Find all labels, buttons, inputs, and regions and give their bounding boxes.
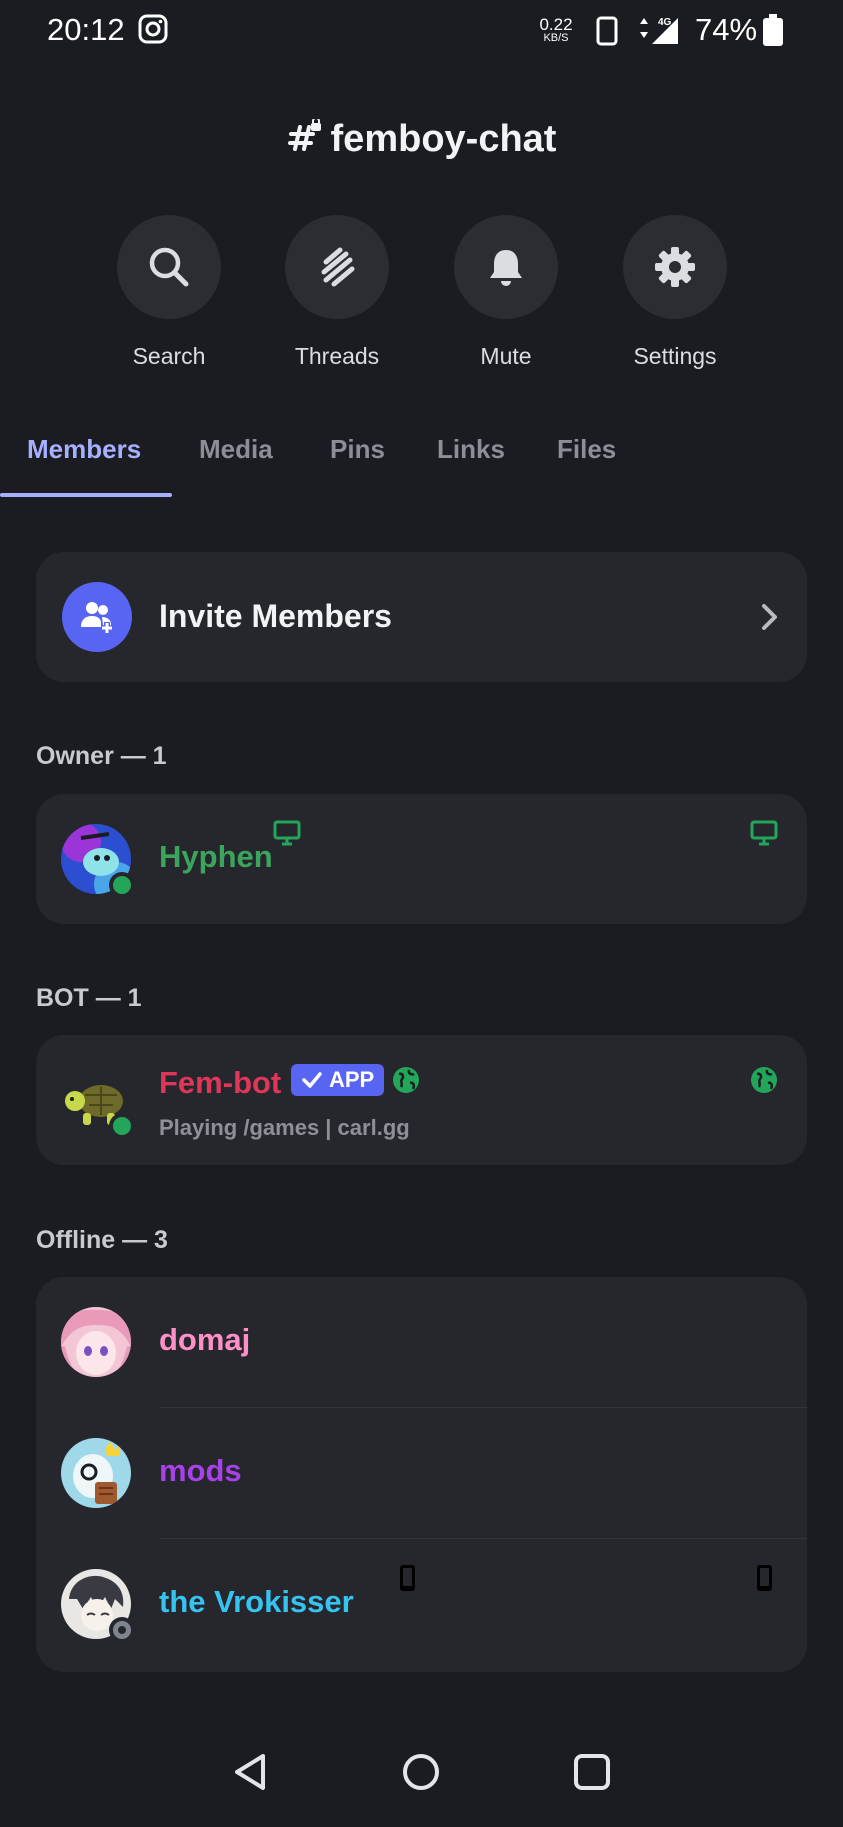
mobile-platform-icon	[757, 1565, 772, 1591]
search-icon	[149, 247, 189, 287]
tab-pins[interactable]: Pins	[330, 434, 385, 465]
member-row[interactable]: Hyphen	[36, 794, 807, 924]
recents-icon[interactable]	[570, 1750, 614, 1794]
settings-button[interactable]: Settings	[590, 215, 760, 370]
channel-name: femboy-chat	[330, 118, 557, 160]
instagram-icon	[138, 14, 168, 44]
settings-label: Settings	[633, 343, 717, 369]
mobile-icon	[400, 1565, 415, 1591]
back-icon[interactable]	[229, 1750, 273, 1794]
threads-button[interactable]: Threads	[252, 215, 422, 370]
avatar	[61, 1569, 135, 1643]
offline-members-card: domaj mods the Vrokisser	[36, 1277, 807, 1672]
bell-icon	[490, 250, 522, 286]
tab-media[interactable]: Media	[199, 434, 273, 465]
battery-percent: 74%	[695, 12, 758, 47]
status-bar: 20:12 0.22 KB/S 4G 74%	[0, 0, 843, 62]
section-header-owner: Owner — 1	[36, 742, 167, 770]
member-row[interactable]: mods	[36, 1408, 807, 1538]
tab-files[interactable]: Files	[557, 434, 616, 465]
member-name: mods	[159, 1453, 242, 1488]
add-user-icon	[81, 602, 113, 634]
member-name: Fem-bot	[159, 1065, 282, 1100]
tab-bar: Members Media Pins Links Files	[0, 430, 843, 501]
avatar	[61, 1438, 131, 1508]
member-name: domaj	[159, 1322, 251, 1357]
network-speed: 0.22 KB/S	[539, 15, 573, 44]
app-badge: APP	[291, 1064, 385, 1096]
member-row[interactable]: the Vrokisser	[36, 1539, 807, 1669]
gear-icon	[655, 247, 695, 287]
invite-members-label: Invite Members	[159, 598, 392, 634]
active-tab-indicator	[0, 493, 172, 497]
mute-button[interactable]: Mute	[421, 215, 591, 370]
invite-members-button[interactable]: Invite Members	[36, 552, 807, 682]
mute-label: Mute	[480, 343, 532, 369]
invite-icon-circle	[62, 582, 132, 652]
offline-status-icon	[109, 1617, 135, 1643]
threads-label: Threads	[294, 343, 380, 369]
phone-icon	[596, 16, 618, 46]
battery-icon	[763, 14, 783, 46]
member-name: Hyphen	[159, 839, 273, 874]
search-button[interactable]: Search	[84, 215, 254, 370]
avatar	[61, 1065, 135, 1139]
globe-icon	[393, 1067, 419, 1093]
search-label: Search	[132, 343, 206, 369]
section-header-bot: BOT — 1	[36, 984, 142, 1012]
member-row[interactable]: Fem-bot APP Playing /games | carl.gg	[36, 1035, 807, 1165]
web-platform-icon	[751, 1067, 777, 1093]
desktop-platform-icon	[750, 820, 778, 846]
locked-channel-icon	[287, 119, 321, 151]
owner-members-card: Hyphen	[36, 794, 807, 924]
tab-members[interactable]: Members	[27, 434, 141, 465]
member-row[interactable]: domaj	[36, 1277, 807, 1407]
section-header-offline: Offline — 3	[36, 1226, 168, 1254]
signal-icon: 4G	[640, 17, 678, 44]
member-activity: Playing /games | carl.gg	[159, 1115, 410, 1140]
desktop-icon	[273, 820, 301, 846]
check-icon	[302, 1072, 322, 1088]
channel-title: femboy-chat	[0, 118, 843, 161]
bot-members-card: Fem-bot APP Playing /games | carl.gg	[36, 1035, 807, 1165]
home-icon[interactable]	[399, 1750, 443, 1794]
status-time: 20:12	[47, 12, 125, 47]
avatar	[61, 1307, 131, 1377]
network-type: 4G	[658, 17, 672, 28]
online-status-icon	[109, 872, 135, 898]
online-status-icon	[109, 1113, 135, 1139]
threads-icon	[321, 247, 355, 287]
tab-links[interactable]: Links	[437, 434, 505, 465]
system-navigation-bar	[0, 1740, 843, 1810]
chevron-right-icon	[762, 604, 777, 630]
avatar	[61, 824, 135, 898]
member-name: the Vrokisser	[159, 1584, 354, 1619]
